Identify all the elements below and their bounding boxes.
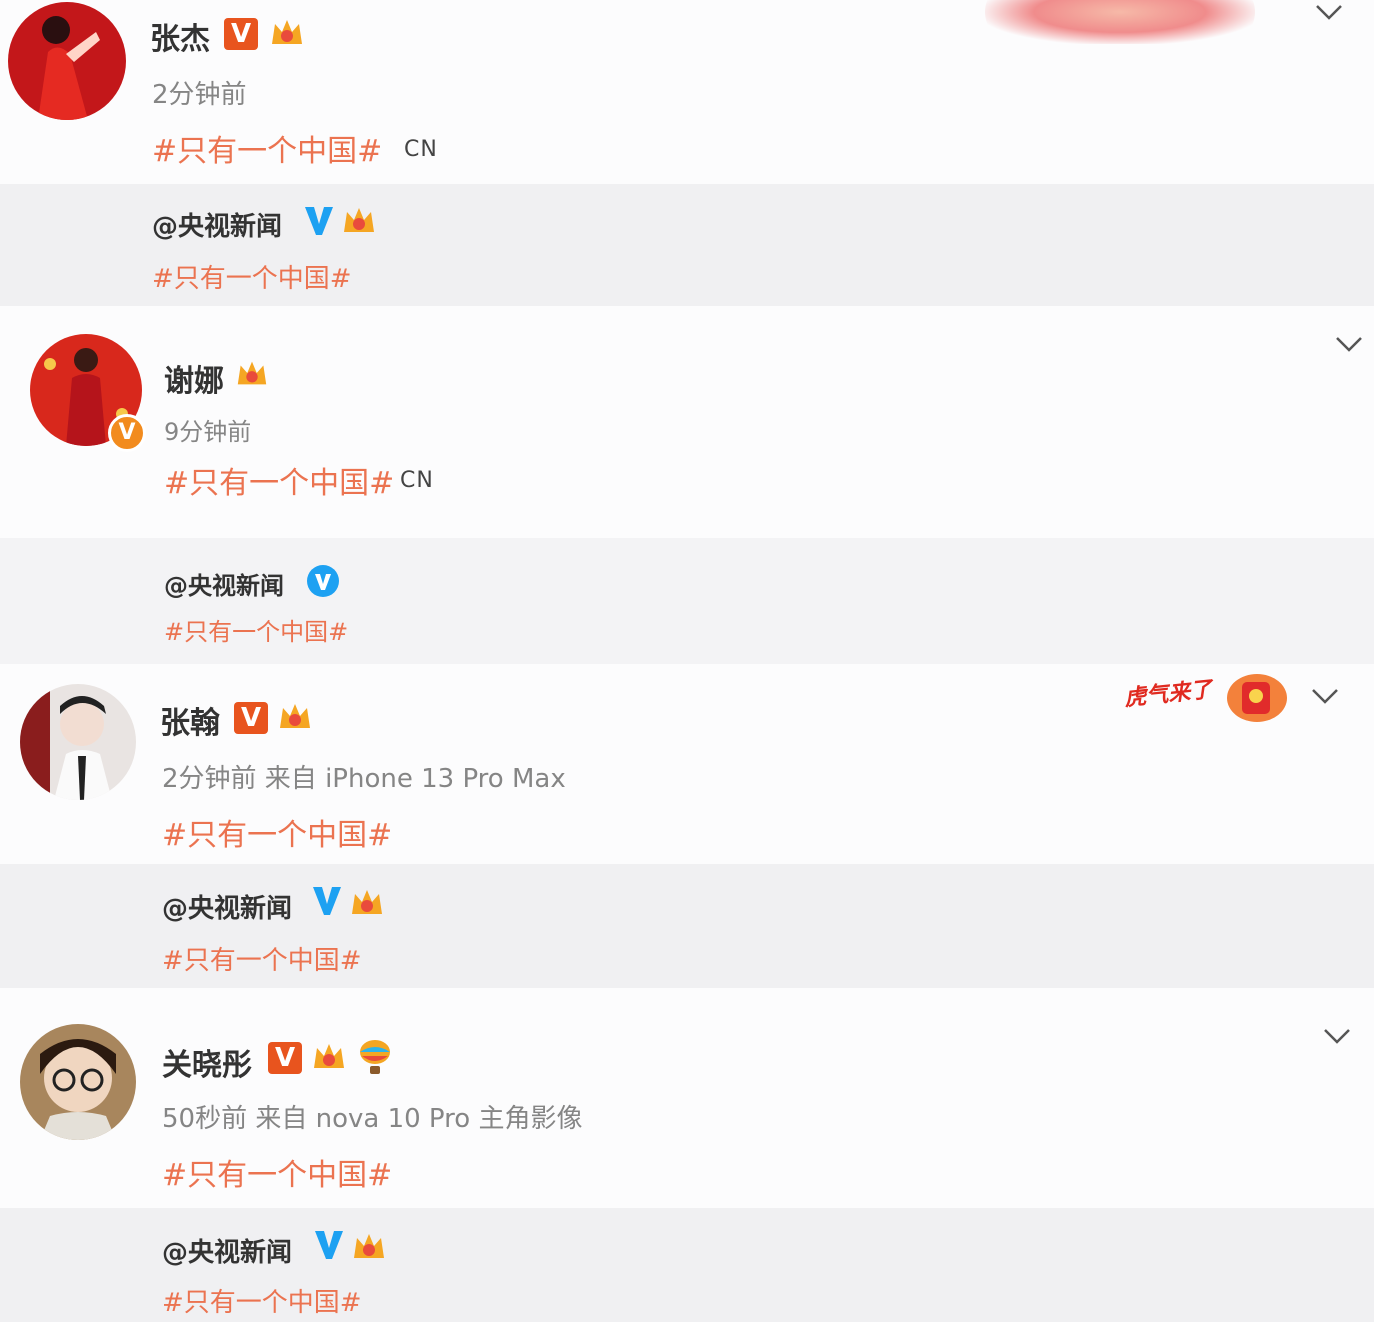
crown-icon xyxy=(344,208,374,232)
crown-icon xyxy=(352,890,382,914)
post-card: 张翰 2分钟前 来自 iPhone 13 Pro Max #只有一个中国# 虎气… xyxy=(0,664,1374,864)
post-time: 50秒前 来自 nova 10 Pro 主角影像 xyxy=(162,1104,583,1134)
header-banner-image xyxy=(985,0,1255,44)
avatar[interactable] xyxy=(20,684,136,800)
balloon-icon xyxy=(360,1040,390,1074)
username[interactable]: 张杰 xyxy=(150,14,210,58)
username[interactable]: 谢娜 xyxy=(164,356,224,400)
post-time: 9分钟前 xyxy=(164,418,252,446)
post-time: 2分钟前 xyxy=(152,80,247,110)
hashtag-link[interactable]: #只有一个中国# xyxy=(162,810,392,854)
crown-icon xyxy=(272,20,302,44)
repost-card[interactable]: @央视新闻 #只有一个中国# xyxy=(0,538,1374,664)
repost-username[interactable]: @央视新闻 xyxy=(152,206,282,243)
crown-icon xyxy=(354,1234,384,1258)
chevron-down-icon[interactable] xyxy=(1310,686,1340,706)
repost-username[interactable]: @央视新闻 xyxy=(164,566,284,601)
verified-badge-icon xyxy=(224,18,258,50)
blue-v-icon xyxy=(307,565,339,597)
blue-v-icon xyxy=(315,1231,343,1259)
post-card: 张杰 2分钟前 #只有一个中国# CN xyxy=(0,0,1374,184)
repost-username[interactable]: @央视新闻 xyxy=(162,888,292,925)
repost-hashtag[interactable]: #只有一个中国# xyxy=(162,1282,362,1319)
repost-card[interactable]: @央视新闻 #只有一个中国# xyxy=(0,864,1374,988)
blue-v-icon xyxy=(305,207,333,235)
crown-icon xyxy=(280,704,310,728)
verified-badge-icon xyxy=(234,702,268,734)
chevron-down-icon[interactable] xyxy=(1334,334,1364,354)
hashtag-link[interactable]: #只有一个中国# xyxy=(152,126,382,170)
verified-badge-icon xyxy=(268,1042,302,1074)
repost-hashtag[interactable]: #只有一个中国# xyxy=(152,258,352,295)
post-time: 2分钟前 来自 iPhone 13 Pro Max xyxy=(162,764,566,794)
repost-card[interactable]: @央视新闻 #只有一个中国# xyxy=(0,1208,1374,1322)
post-card: V 谢娜 9分钟前 #只有一个中国# CN xyxy=(0,306,1374,538)
blue-v-icon xyxy=(313,887,341,915)
red-envelope-icon xyxy=(1227,674,1287,722)
username[interactable]: 关晓彤 xyxy=(162,1040,252,1084)
crown-icon xyxy=(237,361,267,385)
repost-hashtag[interactable]: #只有一个中国# xyxy=(164,612,348,647)
chevron-down-icon[interactable] xyxy=(1314,2,1344,22)
verified-badge-icon: V xyxy=(108,414,146,452)
hashtag-link[interactable]: #只有一个中国# xyxy=(162,1150,392,1194)
repost-username[interactable]: @央视新闻 xyxy=(162,1232,292,1269)
post-suffix: CN xyxy=(404,137,438,162)
crown-icon xyxy=(314,1044,344,1068)
avatar[interactable] xyxy=(8,2,126,120)
username[interactable]: 张翰 xyxy=(160,698,220,742)
avatar[interactable] xyxy=(20,1024,136,1140)
repost-hashtag[interactable]: #只有一个中国# xyxy=(162,940,362,977)
chevron-down-icon[interactable] xyxy=(1322,1026,1352,1046)
hashtag-link[interactable]: #只有一个中国# xyxy=(164,458,394,502)
post-card: 关晓彤 50秒前 来自 nova 10 Pro 主角影像 #只有一个中国# xyxy=(0,988,1374,1208)
repost-card[interactable]: @央视新闻 #只有一个中国# xyxy=(0,184,1374,306)
sticker: 虎气来了 xyxy=(1123,677,1214,712)
post-suffix: CN xyxy=(400,468,434,493)
